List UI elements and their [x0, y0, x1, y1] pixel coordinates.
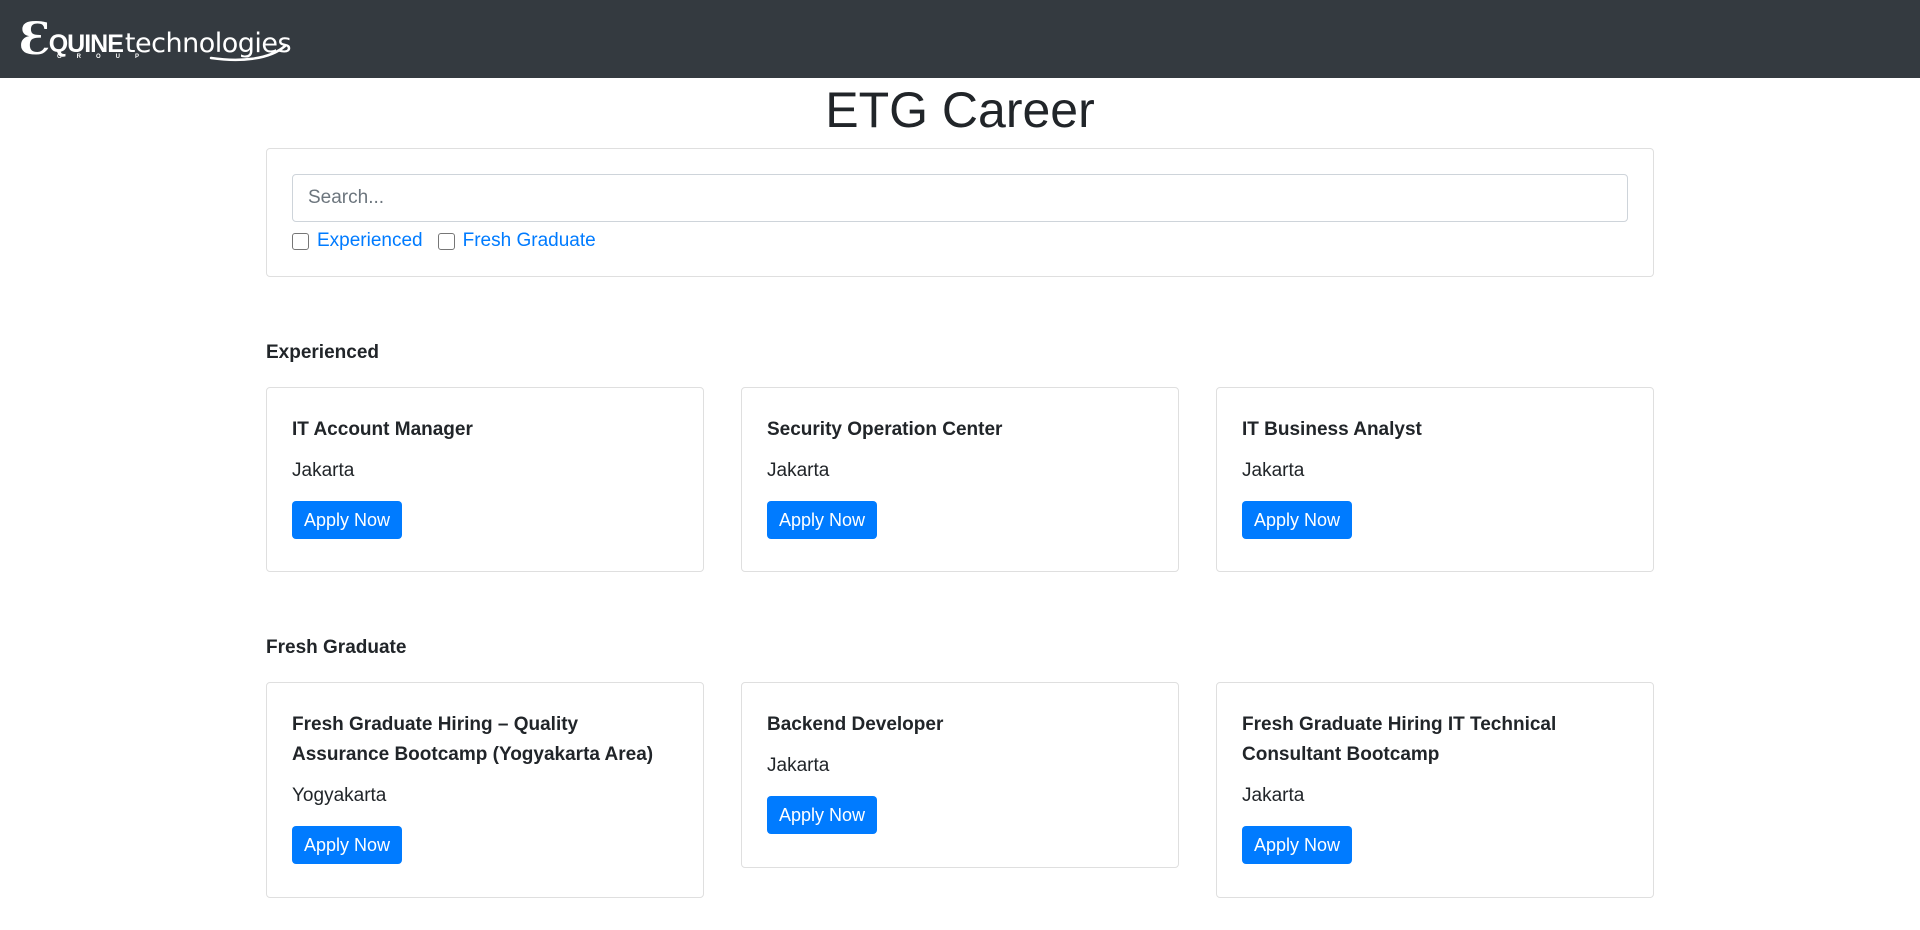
filter-panel: Experienced Fresh Graduate	[266, 148, 1654, 277]
job-card: Fresh Graduate Hiring IT Technical Consu…	[1216, 682, 1654, 898]
job-card: Backend Developer Jakarta Apply Now	[741, 682, 1179, 868]
job-location: Jakarta	[767, 755, 830, 776]
apply-now-button[interactable]: Apply Now	[1242, 501, 1353, 539]
fresh-graduate-checkbox[interactable]	[437, 232, 455, 250]
logo-group-text: GROUP	[57, 54, 155, 60]
page-title: ETG Career	[825, 82, 1095, 138]
filter-fresh-graduate[interactable]: Fresh Graduate	[437, 230, 596, 252]
job-title: Fresh Graduate Hiring – Quality Assuranc…	[292, 714, 654, 765]
search-input[interactable]	[292, 174, 1628, 222]
apply-now-button[interactable]: Apply Now	[767, 501, 878, 539]
experienced-checkbox-label[interactable]: Experienced	[317, 230, 423, 252]
filter-checkbox-group: Experienced Fresh Graduate	[292, 227, 1628, 255]
apply-now-button[interactable]: Apply Now	[1242, 826, 1353, 864]
job-location: Jakarta	[1242, 460, 1305, 481]
job-card: IT Business Analyst Jakarta Apply Now	[1216, 387, 1654, 572]
job-card: IT Account Manager Jakarta Apply Now	[266, 387, 704, 572]
experienced-checkbox[interactable]	[292, 232, 309, 250]
top-navbar: Ɛ QUINE technologies GROUP	[0, 0, 1920, 78]
job-title: Security Operation Center	[767, 419, 1003, 440]
logo-e-mark: Ɛ	[19, 14, 51, 65]
job-title: IT Account Manager	[292, 419, 473, 440]
apply-now-button[interactable]: Apply Now	[292, 826, 403, 864]
apply-now-button[interactable]: Apply Now	[767, 796, 878, 834]
section-heading-fresh-graduate: Fresh Graduate	[266, 637, 407, 658]
job-card: Security Operation Center Jakarta Apply …	[741, 387, 1179, 572]
apply-now-button[interactable]: Apply Now	[292, 501, 403, 539]
section-heading-experienced: Experienced	[266, 342, 379, 363]
brand-logo[interactable]: Ɛ QUINE technologies GROUP	[19, 14, 292, 65]
filter-experienced[interactable]: Experienced	[292, 230, 423, 252]
job-title: Backend Developer	[767, 714, 944, 735]
job-title: Fresh Graduate Hiring IT Technical Consu…	[1242, 714, 1557, 765]
job-card: Fresh Graduate Hiring – Quality Assuranc…	[266, 682, 704, 898]
fresh-graduate-checkbox-label[interactable]: Fresh Graduate	[463, 230, 596, 252]
job-location: Jakarta	[1242, 785, 1305, 806]
job-title: IT Business Analyst	[1242, 419, 1422, 440]
job-location: Yogyakarta	[292, 785, 387, 806]
job-location: Jakarta	[767, 460, 830, 481]
logo-swoosh-icon	[209, 44, 287, 62]
job-location: Jakarta	[292, 460, 355, 481]
